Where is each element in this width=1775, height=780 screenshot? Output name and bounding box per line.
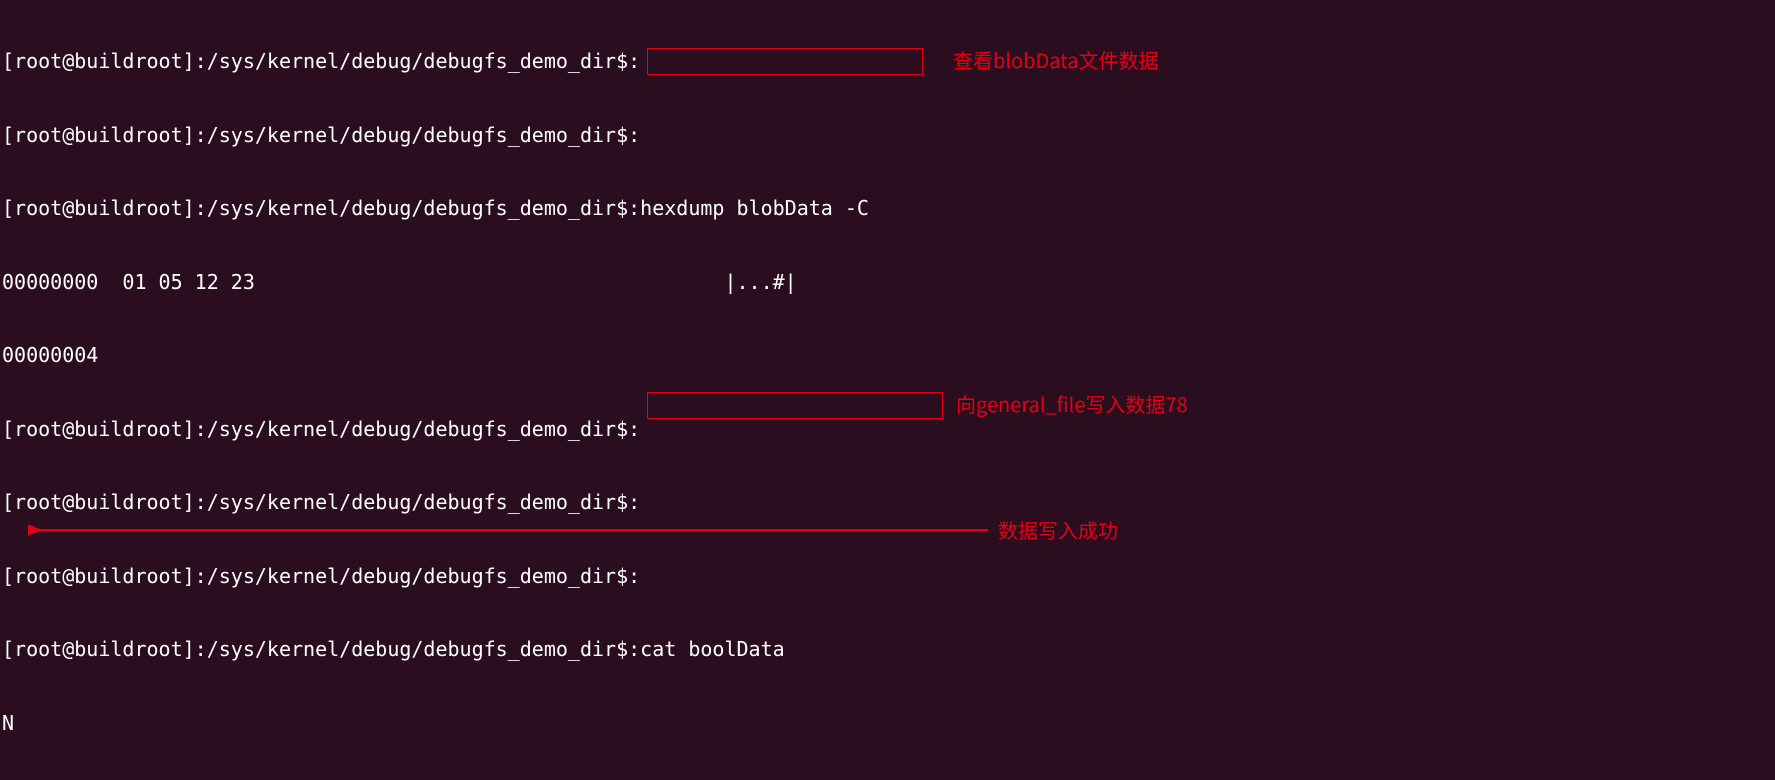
terminal-line: [root@buildroot]:/sys/kernel/debug/debug… [2,196,1773,221]
terminal-line: [root@buildroot]:/sys/kernel/debug/debug… [2,637,1773,662]
terminal-line: 00000004 [2,343,1773,368]
terminal-line: [root@buildroot]:/sys/kernel/debug/debug… [2,490,1773,515]
terminal-line: [root@buildroot]:/sys/kernel/debug/debug… [2,417,1773,442]
terminal-line: N [2,711,1773,736]
terminal-line: [root@buildroot]:/sys/kernel/debug/debug… [2,49,1773,74]
terminal-screen[interactable]: [root@buildroot]:/sys/kernel/debug/debug… [0,0,1775,780]
terminal-line: [root@buildroot]:/sys/kernel/debug/debug… [2,123,1773,148]
terminal-line: 00000000 01 05 12 23 |...#| [2,270,1773,295]
terminal-line: [root@buildroot]:/sys/kernel/debug/debug… [2,564,1773,589]
